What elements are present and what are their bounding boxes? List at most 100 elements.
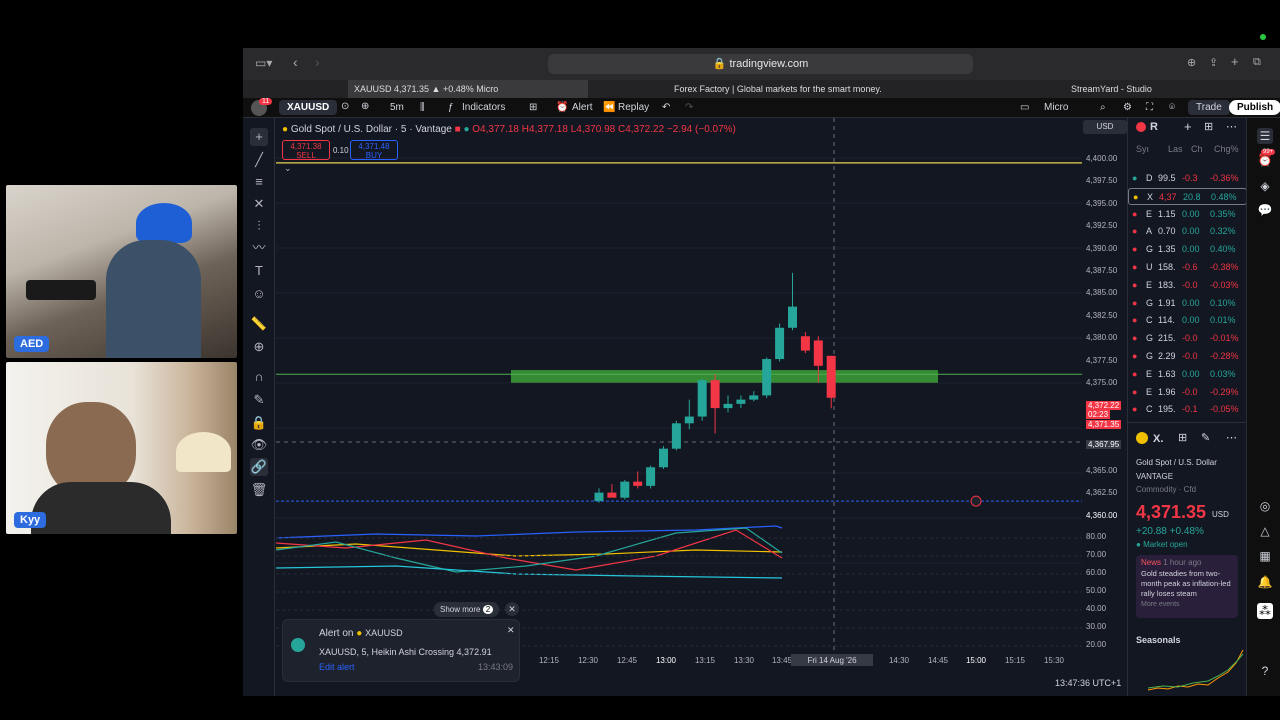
chat-icon[interactable]: 💬: [1257, 202, 1273, 218]
watchlist-row[interactable]: ● E 1.63 0.00 0.03%: [1128, 366, 1247, 383]
layout-select-icon[interactable]: ▭: [1020, 102, 1029, 113]
tab-forex-factory[interactable]: Forex Factory | Global markets for the s…: [668, 80, 928, 98]
price-chart[interactable]: 12:1512:3012:4513:0013:1513:3013:4514:05…: [275, 118, 1082, 690]
stay-drawing-icon[interactable]: ✎: [250, 391, 268, 409]
watchlist-row[interactable]: ● G 2.29 -0.0 -0.28%: [1128, 348, 1247, 365]
eye-icon[interactable]: 👁: [250, 436, 268, 454]
watchlist-row[interactable]: ● C 114. 0.00 0.01%: [1128, 312, 1247, 329]
fib-icon[interactable]: ≡: [250, 173, 268, 191]
chart-type-icon[interactable]: ⫼: [420, 102, 425, 113]
lock-icon[interactable]: 🔒: [250, 414, 268, 432]
crosshair-icon[interactable]: +: [250, 128, 268, 146]
news-card[interactable]: News 1 hour ago Gold steadies from two-m…: [1136, 555, 1238, 618]
ruler-icon[interactable]: 📏: [250, 315, 268, 333]
tab-overview-icon[interactable]: ⧉: [1253, 56, 1261, 69]
zoom-icon[interactable]: ⊕: [250, 338, 268, 356]
watchlist-row[interactable]: ● E 1.96 -0.0 -0.29%: [1128, 384, 1247, 401]
symbol-search[interactable]: XAUUSD: [279, 100, 338, 115]
apps-icon[interactable]: ⁂: [1257, 603, 1273, 619]
settings-icon[interactable]: ⚙: [1123, 102, 1132, 113]
chart-legend: ● Gold Spot / U.S. Dollar · 5 · Vantage …: [282, 124, 736, 135]
alert-button[interactable]: Alert: [572, 102, 593, 113]
indicators-button[interactable]: Indicators: [462, 102, 505, 113]
add-symbol-icon[interactable]: +: [1184, 119, 1192, 134]
col-change[interactable]: Ch: [1191, 144, 1203, 154]
currency-select[interactable]: USD: [1083, 120, 1127, 134]
fullscreen-icon[interactable]: ⛶: [1146, 102, 1153, 113]
account-select[interactable]: Micro: [1044, 102, 1068, 113]
seasonals-title[interactable]: Seasonals: [1136, 635, 1181, 645]
edit-alert-link[interactable]: Edit alert: [319, 662, 355, 672]
screener-icon[interactable]: △: [1257, 523, 1273, 539]
col-change-pct[interactable]: Chg%: [1214, 144, 1239, 154]
trendline-icon[interactable]: ╱: [250, 151, 268, 169]
tab-tradingview[interactable]: XAUUSD 4,371.35 ▲ +0.48% Micro: [348, 80, 588, 98]
magnet-icon[interactable]: ∩: [250, 368, 268, 386]
watchlist-row[interactable]: ● E 1.15 0.00 0.35%: [1128, 206, 1247, 223]
detail-symbol[interactable]: X.: [1153, 433, 1163, 445]
add-symbol-icon[interactable]: ⊕: [361, 101, 369, 112]
watchlist-row[interactable]: ● G 215. -0.0 -0.01%: [1128, 330, 1247, 347]
toast-close-icon[interactable]: ✕: [507, 625, 515, 636]
buy-button[interactable]: 4,371.48 BUY: [350, 140, 398, 160]
more-events[interactable]: More events: [1141, 601, 1233, 608]
download-icon[interactable]: ⊕: [1187, 56, 1196, 69]
compare-icon[interactable]: ⊙: [341, 101, 349, 112]
watchlist-toggle-icon[interactable]: ☰: [1257, 128, 1273, 144]
watchlist-row[interactable]: ● A 0.70 0.00 0.32%: [1128, 223, 1247, 240]
watchlist-row[interactable]: ● X 4,37 20.8 0.48%: [1128, 187, 1247, 205]
emoji-icon[interactable]: ☺: [250, 285, 268, 303]
target-icon[interactable]: ◎: [1257, 498, 1273, 514]
watchlist-row[interactable]: ● E 183. -0.0 -0.03%: [1128, 277, 1247, 294]
alert-icon: ⏰: [556, 102, 569, 113]
replay-icon: ⏪: [603, 102, 616, 113]
trade-button[interactable]: Trade: [1188, 100, 1230, 115]
search-icon[interactable]: ⌕: [1100, 102, 1106, 113]
sell-button[interactable]: 4,371.38 SELL: [282, 140, 330, 160]
watchlist-layout-icon[interactable]: ⊞: [1204, 120, 1213, 133]
layers-icon[interactable]: ◈: [1257, 178, 1273, 194]
calendar-icon[interactable]: ▦: [1257, 548, 1273, 564]
back-icon[interactable]: ‹: [293, 54, 298, 70]
forward-icon[interactable]: ›: [315, 54, 320, 70]
notifications-icon[interactable]: 🔔: [1257, 574, 1273, 590]
link-icon[interactable]: 🔗: [250, 458, 268, 476]
text-icon[interactable]: T: [250, 262, 268, 280]
col-last[interactable]: Las: [1168, 144, 1183, 154]
replay-button[interactable]: Replay: [618, 102, 649, 113]
chart-pane[interactable]: 12:1512:3012:4513:0013:1513:3013:4514:05…: [275, 118, 1082, 690]
layout-icon[interactable]: ⊞: [529, 102, 537, 113]
edit-icon[interactable]: ✎: [1201, 431, 1210, 444]
undo-icon[interactable]: ↶: [662, 102, 670, 113]
address-bar[interactable]: 🔒 tradingview.com: [548, 54, 973, 74]
watchlist-row[interactable]: ● G 1.91 0.00 0.10%: [1128, 295, 1247, 312]
trash-icon[interactable]: 🗑: [250, 481, 268, 499]
new-tab-icon[interactable]: +: [1231, 54, 1239, 69]
forecast-icon[interactable]: ⫶: [250, 217, 268, 235]
more-icon[interactable]: ⋯: [1226, 431, 1237, 444]
interval-button[interactable]: 5m: [390, 102, 404, 113]
more-icon[interactable]: ⋯: [1226, 120, 1237, 133]
brush-icon[interactable]: 〰: [250, 239, 268, 257]
watchlist-row[interactable]: ● D 99.5 -0.3 -0.36%: [1128, 170, 1247, 187]
watchlist-row[interactable]: ● C 195. -0.1 -0.05%: [1128, 401, 1247, 418]
watchlist-row[interactable]: ● G 1.35 0.00 0.40%: [1128, 241, 1247, 258]
grid-icon[interactable]: ⊞: [1178, 431, 1187, 444]
detail-name[interactable]: Gold Spot / U.S. Dollar: [1136, 458, 1217, 467]
redo-icon[interactable]: ↷: [685, 102, 693, 113]
camera-icon[interactable]: ⌾: [1169, 102, 1175, 113]
close-all-icon[interactable]: ✕: [505, 602, 519, 616]
watchlist-title[interactable]: R: [1150, 121, 1158, 133]
publish-button[interactable]: Publish: [1229, 100, 1280, 115]
watchlist-symbol-icon: ●: [1132, 208, 1138, 219]
collapse-legend-icon[interactable]: ⌄: [284, 163, 292, 174]
show-more-button[interactable]: Show more 2: [434, 602, 500, 617]
pattern-icon[interactable]: ✕: [250, 195, 268, 213]
tab-streamyard[interactable]: StreamYard - Studio: [1065, 80, 1265, 98]
share-icon[interactable]: ⇪: [1209, 56, 1218, 69]
help-icon[interactable]: ?: [1257, 663, 1273, 679]
utc-clock[interactable]: 13:47:36 UTC+1: [1055, 678, 1121, 688]
sidebar-toggle-icon[interactable]: ▭▾: [255, 56, 272, 70]
watchlist-row[interactable]: ● U 158. -0.6 -0.38%: [1128, 259, 1247, 276]
col-symbol[interactable]: Syı: [1136, 144, 1149, 154]
